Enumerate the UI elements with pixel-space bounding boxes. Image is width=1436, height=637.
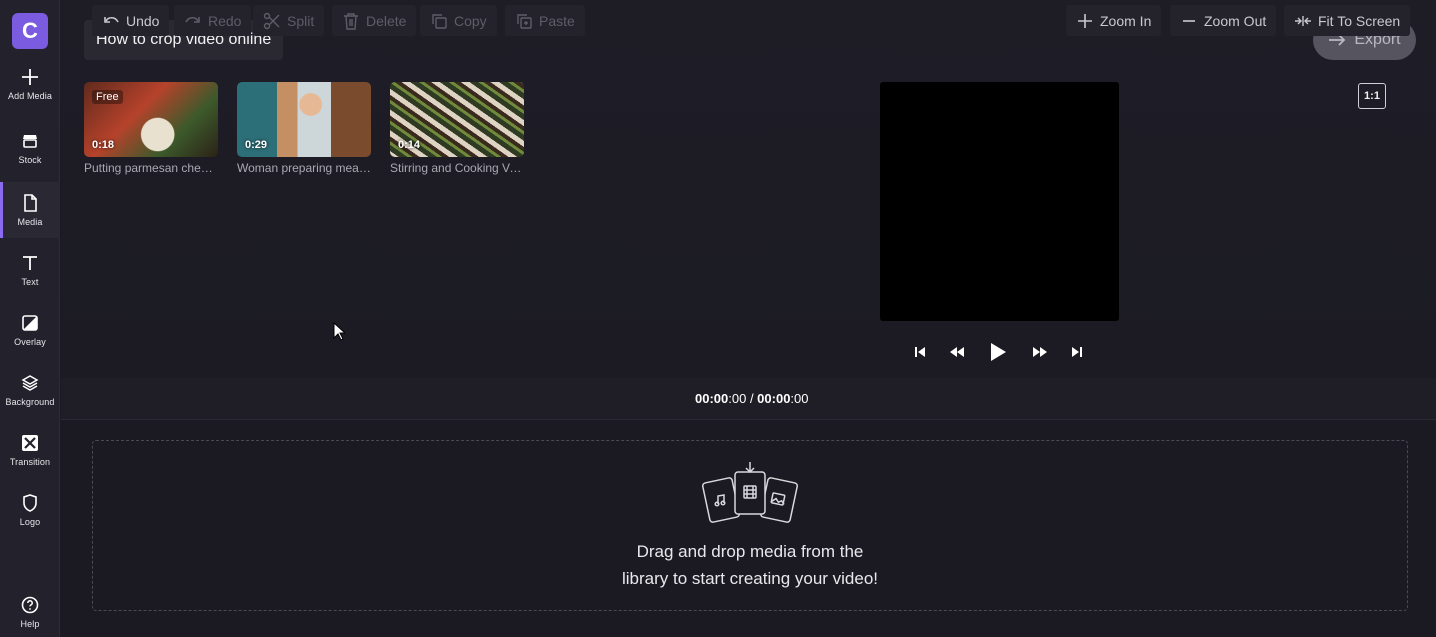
- plus-icon: [1078, 13, 1092, 28]
- skip-back-button[interactable]: [912, 340, 928, 364]
- sidebar-item-label: Media: [17, 216, 43, 227]
- undo-button[interactable]: Undo: [92, 5, 170, 36]
- duration-label: 0:18: [92, 139, 115, 151]
- timecode-display: 00:00:00 / 00:00:00: [695, 391, 809, 406]
- fast-forward-button[interactable]: [1031, 340, 1049, 364]
- zoom-in-label: Zoom In: [1100, 12, 1152, 29]
- sidebar-item-label: Add Media: [8, 90, 52, 101]
- transition-icon: [22, 434, 38, 451]
- sidebar-item-label: Background: [5, 396, 55, 407]
- undo-label: Undo: [126, 12, 160, 29]
- media-title: Putting parmesan chees…: [84, 161, 218, 175]
- copy-icon: [432, 13, 447, 29]
- skip-forward-button[interactable]: [1069, 340, 1085, 364]
- total-time: 00:00: [757, 391, 791, 406]
- redo-icon: [185, 16, 200, 23]
- duration-label: 0:29: [245, 139, 268, 151]
- help-icon: [21, 596, 39, 613]
- drop-zone-message: Drag and drop media from the library to …: [560, 538, 940, 592]
- fast-forward-icon: [1033, 347, 1047, 357]
- total-time-frames: :00: [790, 391, 809, 406]
- overlay-icon: [22, 314, 38, 331]
- mouse-cursor-icon: [333, 322, 345, 341]
- scissors-icon: [263, 12, 280, 29]
- paste-label: Paste: [539, 12, 575, 29]
- layers-icon: [21, 374, 39, 391]
- media-thumbnail[interactable]: Free 0:18: [84, 82, 218, 157]
- redo-button[interactable]: Redo: [174, 5, 252, 36]
- trash-icon: [344, 12, 358, 30]
- rewind-icon: [950, 347, 964, 357]
- sidebar-item-label: Help: [20, 618, 40, 629]
- current-time: 00:00: [695, 391, 729, 406]
- undo-icon: [104, 16, 119, 23]
- sidebar-item-label: Overlay: [14, 336, 46, 347]
- media-card[interactable]: Free 0:18 Putting parmesan chees…: [84, 82, 218, 175]
- sidebar-item-label: Stock: [18, 154, 42, 165]
- paste-button[interactable]: Paste: [505, 5, 585, 36]
- sidebar-item-add-media[interactable]: Add Media: [0, 56, 60, 112]
- media-thumbnail[interactable]: 0:14: [390, 82, 524, 157]
- rewind-button[interactable]: [948, 340, 966, 364]
- file-icon: [24, 193, 37, 212]
- drop-zone-line-2: library to start creating your video!: [621, 569, 879, 588]
- skip-forward-icon: [1072, 347, 1082, 357]
- sidebar-item-stock[interactable]: Stock: [0, 120, 60, 176]
- copy-label: Copy: [454, 12, 487, 29]
- minus-icon: [1183, 19, 1195, 22]
- zoom-out-label: Zoom Out: [1204, 12, 1267, 29]
- fit-to-screen-button[interactable]: Fit To Screen: [1284, 5, 1411, 36]
- media-title: Woman preparing meal …: [237, 161, 371, 175]
- text-icon: [23, 255, 37, 270]
- sidebar-item-transition[interactable]: Transition: [0, 422, 60, 478]
- plus-icon: [22, 68, 38, 85]
- paste-icon: [517, 13, 532, 29]
- sidebar-item-overlay[interactable]: Overlay: [0, 302, 60, 358]
- sidebar-item-background[interactable]: Background: [0, 362, 60, 418]
- media-card[interactable]: 0:29 Woman preparing meal …: [237, 82, 371, 175]
- play-icon: [991, 343, 1006, 361]
- sidebar-item-text[interactable]: Text: [0, 242, 60, 298]
- media-files-icon: [701, 462, 799, 523]
- sidebar: C Add Media Stock Media Text Overlay Bac…: [0, 0, 60, 637]
- skip-back-icon: [915, 347, 925, 357]
- time-separator: /: [746, 391, 758, 406]
- drop-zone-line-1: Drag and drop media from the: [636, 542, 864, 561]
- app-logo[interactable]: C: [12, 13, 48, 49]
- sidebar-item-media[interactable]: Media: [0, 182, 60, 238]
- store-icon: [23, 134, 37, 148]
- duration-label: 0:14: [398, 139, 421, 151]
- shield-icon: [23, 493, 37, 512]
- zoom-out-button[interactable]: Zoom Out: [1170, 5, 1277, 36]
- zoom-in-button[interactable]: Zoom In: [1066, 5, 1162, 36]
- fit-to-screen-label: Fit To Screen: [1318, 12, 1401, 29]
- sidebar-item-label: Logo: [19, 516, 41, 527]
- media-title: Stirring and Cooking Ve…: [390, 161, 524, 175]
- split-button[interactable]: Split: [253, 5, 325, 36]
- delete-button[interactable]: Delete: [332, 5, 417, 36]
- delete-label: Delete: [366, 12, 407, 29]
- sidebar-item-label: Text: [21, 276, 39, 287]
- play-button[interactable]: [988, 340, 1008, 364]
- redo-label: Redo: [208, 12, 242, 29]
- sidebar-item-logo[interactable]: Logo: [0, 482, 60, 538]
- media-thumbnail[interactable]: 0:29: [237, 82, 371, 157]
- sidebar-item-label: Transition: [9, 456, 51, 467]
- fit-to-screen-icon: [1295, 15, 1311, 26]
- sidebar-item-help[interactable]: Help: [0, 584, 60, 637]
- video-preview[interactable]: [880, 82, 1119, 321]
- current-time-frames: :00: [728, 391, 747, 406]
- media-card[interactable]: 0:14 Stirring and Cooking Ve…: [390, 82, 524, 175]
- split-label: Split: [287, 12, 315, 29]
- aspect-ratio-button[interactable]: 1:1: [1358, 83, 1386, 109]
- copy-button[interactable]: Copy: [420, 5, 497, 36]
- free-badge: Free: [92, 90, 123, 104]
